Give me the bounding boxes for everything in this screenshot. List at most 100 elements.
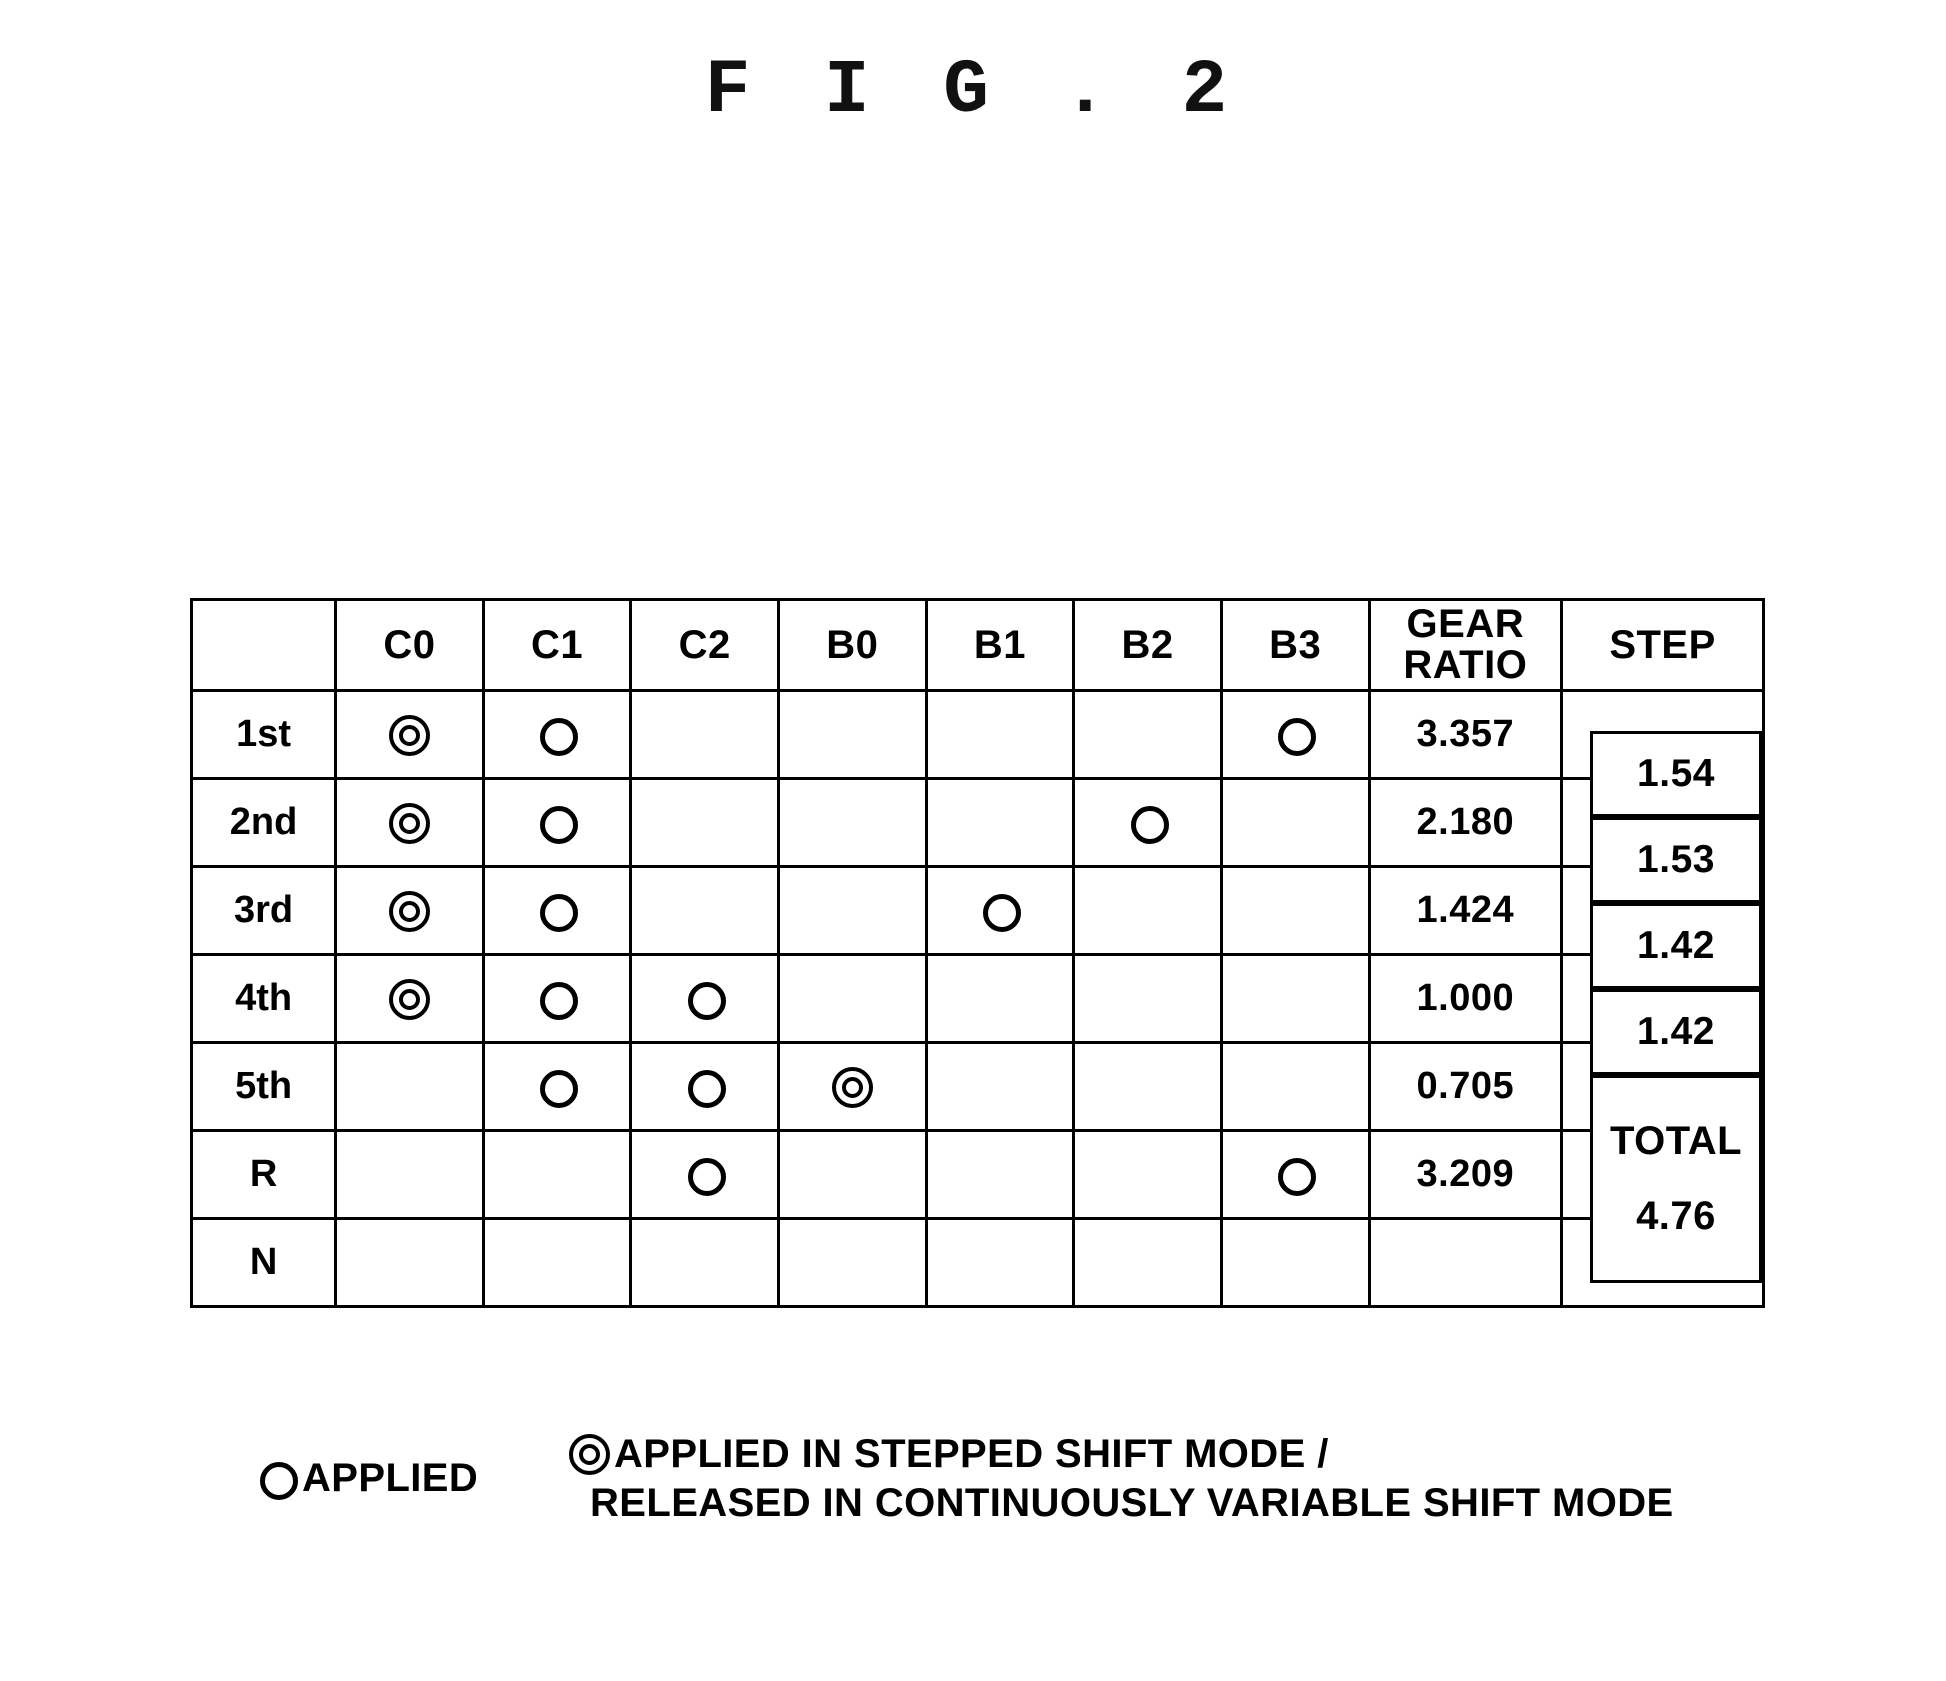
- cell-b0: [777, 777, 928, 868]
- cell-b1: [924, 777, 1076, 868]
- cell-b3: [1219, 777, 1371, 868]
- cell-gear-ratio: 3.209: [1367, 1129, 1564, 1220]
- table-row: N: [189, 1217, 1765, 1308]
- cell-c2: [629, 953, 781, 1044]
- legend-stepped-line1: APPLIED IN STEPPED SHIFT MODE /: [568, 1430, 1674, 1479]
- single-circle-icon: [536, 802, 579, 845]
- single-circle-icon: [684, 978, 726, 1021]
- cell-c1: [481, 865, 633, 956]
- row-label: 1st: [189, 689, 338, 780]
- single-circle-icon: [684, 1066, 726, 1109]
- row-label: 5th: [189, 1041, 338, 1132]
- double-circle-icon: [388, 802, 431, 845]
- cell-b1: [924, 689, 1076, 780]
- header-b1: B1: [924, 598, 1076, 692]
- cell-gear-ratio: 1.000: [1367, 953, 1564, 1044]
- cell-c2: [629, 1041, 781, 1132]
- cell-c2: [629, 1217, 781, 1308]
- double-circle-icon: [831, 1066, 874, 1109]
- header-gear-ratio: GEAR RATIO: [1367, 598, 1564, 692]
- row-label: N: [189, 1217, 338, 1308]
- cell-b3: [1219, 1217, 1371, 1308]
- cell-gear-ratio: 2.180: [1367, 777, 1564, 868]
- row-label: 3rd: [189, 865, 338, 956]
- row-label: 2nd: [189, 777, 338, 868]
- single-circle-icon: [684, 1154, 726, 1197]
- cell-b3: [1219, 1129, 1371, 1220]
- cell-c1: [481, 777, 633, 868]
- double-circle-icon: [388, 978, 431, 1021]
- table-row: 4th 1.000: [189, 953, 1765, 1044]
- cell-c1: [481, 1217, 633, 1308]
- cell-b3: [1219, 689, 1371, 780]
- single-circle-icon: [1274, 1154, 1317, 1197]
- engagement-table: C0 C1 C2 B0 B1 B2 B3 GEAR RATIO STEP 1st: [189, 598, 1765, 1308]
- header-gear-ratio-line2: RATIO: [1403, 643, 1528, 687]
- step-cell-1: 1.54: [1590, 731, 1762, 817]
- cell-c0: [334, 1129, 485, 1220]
- single-circle-icon: [1274, 714, 1317, 757]
- table-row: R 3.209: [189, 1129, 1765, 1220]
- table-row: 5th 0.705: [189, 1041, 1765, 1132]
- single-circle-icon: [979, 890, 1021, 933]
- engagement-table-area: C0 C1 C2 B0 B1 B2 B3 GEAR RATIO STEP 1st: [189, 598, 1765, 1308]
- cell-gear-ratio: 1.424: [1367, 865, 1564, 956]
- cell-b3: [1219, 953, 1371, 1044]
- cell-b2: [1072, 777, 1223, 868]
- legend: APPLIED APPLIED IN STEPPED SHIFT MODE / …: [0, 1420, 1946, 1560]
- header-gear-ratio-line1: GEAR: [1406, 602, 1525, 647]
- cell-b1: [924, 1217, 1076, 1308]
- single-circle-icon: [536, 1066, 579, 1109]
- header-b2: B2: [1072, 598, 1223, 692]
- legend-stepped: APPLIED IN STEPPED SHIFT MODE / RELEASED…: [568, 1430, 1674, 1528]
- row-label: 4th: [189, 953, 338, 1044]
- cell-b2: [1072, 689, 1223, 780]
- cell-b1: [924, 1041, 1076, 1132]
- step-cell-3: 1.42: [1590, 903, 1762, 989]
- cell-b0: [777, 865, 928, 956]
- header-c2: C2: [629, 598, 781, 692]
- cell-c0: [334, 865, 485, 956]
- table-header-row: C0 C1 C2 B0 B1 B2 B3 GEAR RATIO STEP: [189, 598, 1765, 692]
- cell-b0: [777, 1041, 928, 1132]
- step-column: 1.54 1.53 1.42 1.42 TOTAL 4.76: [1590, 686, 1768, 1286]
- cell-c1: [481, 953, 633, 1044]
- cell-gear-ratio: 0.705: [1367, 1041, 1564, 1132]
- table-row: 3rd 1.424: [189, 865, 1765, 956]
- cell-c0: [334, 1041, 485, 1132]
- double-circle-icon: [568, 1433, 610, 1476]
- cell-b0: [777, 689, 928, 780]
- legend-stepped-line1-text: APPLIED IN STEPPED SHIFT MODE /: [614, 1432, 1329, 1476]
- single-circle-icon: [536, 714, 579, 757]
- cell-b2: [1072, 953, 1223, 1044]
- cell-b0: [777, 953, 928, 1044]
- double-circle-icon: [388, 714, 431, 757]
- single-circle-icon: [1127, 802, 1169, 845]
- header-blank: [189, 598, 338, 692]
- cell-b3: [1219, 865, 1371, 956]
- header-step: STEP: [1560, 598, 1765, 692]
- total-value: 4.76: [1636, 1194, 1716, 1238]
- cell-b1: [924, 865, 1076, 956]
- cell-b1: [924, 1129, 1076, 1220]
- cell-b2: [1072, 1217, 1223, 1308]
- legend-applied: APPLIED: [256, 1456, 478, 1501]
- legend-stepped-line2: RELEASED IN CONTINUOUSLY VARIABLE SHIFT …: [590, 1480, 1674, 1525]
- cell-gear-ratio: 3.357: [1367, 689, 1564, 780]
- cell-c2: [629, 689, 781, 780]
- cell-b2: [1072, 865, 1223, 956]
- header-c1: C1: [481, 598, 633, 692]
- cell-b2: [1072, 1041, 1223, 1132]
- step-cell-total: TOTAL 4.76: [1590, 1075, 1762, 1283]
- cell-c0: [334, 689, 485, 780]
- step-cell-2: 1.53: [1590, 817, 1762, 903]
- cell-b3: [1219, 1041, 1371, 1132]
- header-c0: C0: [334, 598, 485, 692]
- double-circle-icon: [388, 890, 431, 933]
- legend-applied-text: APPLIED: [302, 1456, 479, 1500]
- cell-c1: [481, 689, 633, 780]
- table-row: 1st 3.357: [189, 689, 1765, 780]
- cell-c0: [334, 953, 485, 1044]
- cell-c0: [334, 1217, 485, 1308]
- cell-c0: [334, 777, 485, 868]
